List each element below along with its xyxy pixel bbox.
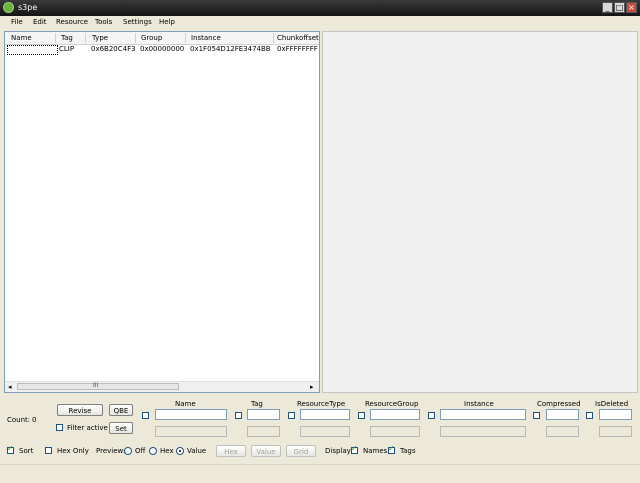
row-group: 0x00000000 — [140, 45, 185, 53]
preview-value-label: Value — [187, 447, 207, 455]
filter-resourcetype-field[interactable] — [300, 409, 350, 420]
filter-isdeleted-checkbox[interactable] — [586, 412, 593, 419]
filter-tag-mask-field — [247, 426, 280, 437]
filter-tag-field[interactable] — [247, 409, 280, 420]
value-button[interactable]: Value — [251, 445, 281, 457]
display-names-checkbox[interactable] — [351, 444, 358, 454]
column-header-instance[interactable]: Instance — [191, 34, 221, 42]
qbe-button[interactable]: QBE — [109, 404, 133, 416]
menu-file[interactable]: File — [11, 18, 23, 26]
sort-label: Sort — [19, 447, 34, 455]
filter-header-resourcetype: ResourceType — [297, 400, 346, 408]
filter-resourcegroup-field[interactable] — [370, 409, 420, 420]
filter-resourcetype-mask-field — [300, 426, 350, 437]
filter-compressed-checkbox[interactable] — [533, 412, 540, 419]
display-names-label: Names — [363, 447, 388, 455]
filter-instance-mask-field — [440, 426, 526, 437]
filter-isdeleted-mask-field — [599, 426, 632, 437]
scroll-right-icon[interactable]: ▸ — [310, 383, 314, 391]
column-header-type[interactable]: Type — [92, 34, 108, 42]
count-label: Count: — [7, 416, 31, 424]
filter-header-resourcegroup: ResourceGroup — [365, 400, 419, 408]
resource-list[interactable]: Name Tag Type Group Instance Chunkoffset… — [4, 31, 320, 393]
row-instance: 0x1F054D12FE3474BB — [190, 45, 271, 53]
menu-bar: File Edit Resource Tools Settings Help — [0, 16, 640, 30]
filter-header-name: Name — [175, 400, 196, 408]
filter-instance-checkbox[interactable] — [428, 412, 435, 419]
column-header-name[interactable]: Name — [11, 34, 32, 42]
filter-isdeleted-field[interactable] — [599, 409, 632, 420]
filter-header-tag: Tag — [251, 400, 263, 408]
count-value: 0 — [32, 416, 37, 424]
preview-label: Preview: — [96, 447, 126, 455]
minimize-button[interactable]: _ — [602, 2, 613, 13]
title-bar: s3pe _ □ × — [0, 0, 640, 16]
list-header: Name Tag Type Group Instance Chunkoffset — [5, 32, 319, 45]
scroll-left-icon[interactable]: ◂ — [8, 383, 12, 391]
menu-resource[interactable]: Resource — [56, 18, 88, 26]
row-tag: CLIP — [59, 45, 75, 53]
scroll-grip-icon: III — [93, 382, 99, 389]
filter-active-label: Filter active — [67, 424, 108, 432]
filter-header-compressed: Compressed — [537, 400, 581, 408]
menu-help[interactable]: Help — [159, 18, 175, 26]
set-button[interactable]: Set — [109, 422, 133, 434]
hex-button[interactable]: Hex — [216, 445, 246, 457]
row-focus-box — [7, 45, 58, 55]
menu-tools[interactable]: Tools — [95, 18, 112, 26]
filter-header-instance: Instance — [464, 400, 494, 408]
row-type: 0x6B20C4F3 — [91, 45, 136, 53]
preview-value-radio[interactable] — [176, 447, 184, 455]
preview-pane — [322, 31, 638, 393]
window-title: s3pe — [18, 3, 38, 12]
preview-hex-label: Hex — [160, 447, 174, 455]
hex-only-checkbox[interactable] — [45, 447, 52, 454]
filter-resourcetype-checkbox[interactable] — [288, 412, 295, 419]
horizontal-scrollbar[interactable]: ◂ III ▸ — [5, 381, 319, 392]
filter-name-field[interactable] — [155, 409, 227, 420]
sort-checkbox[interactable] — [7, 444, 14, 454]
filter-tag-checkbox[interactable] — [235, 412, 242, 419]
filter-name-checkbox[interactable] — [142, 412, 149, 419]
filter-compressed-field[interactable] — [546, 409, 579, 420]
display-tags-checkbox[interactable] — [388, 444, 395, 454]
filter-instance-field[interactable] — [440, 409, 526, 420]
column-header-group[interactable]: Group — [141, 34, 162, 42]
table-row[interactable]: CLIP 0x6B20C4F3 0x00000000 0x1F054D12FE3… — [6, 45, 318, 55]
filter-name-mask-field — [155, 426, 227, 437]
grid-button[interactable]: Grid — [286, 445, 316, 457]
display-label: Display: — [325, 447, 353, 455]
filter-resourcegroup-mask-field — [370, 426, 420, 437]
maximize-button[interactable]: □ — [614, 2, 625, 13]
filter-resourcegroup-checkbox[interactable] — [358, 412, 365, 419]
filter-compressed-mask-field — [546, 426, 579, 437]
display-tags-label: Tags — [400, 447, 416, 455]
revise-button[interactable]: Revise — [57, 404, 103, 416]
hex-only-label: Hex Only — [57, 447, 89, 455]
scrollbar-thumb[interactable]: III — [17, 382, 179, 390]
preview-hex-radio[interactable] — [149, 447, 157, 455]
preview-off-label: Off — [135, 447, 146, 455]
preview-off-radio[interactable] — [124, 447, 132, 455]
menu-settings[interactable]: Settings — [123, 18, 152, 26]
status-bar — [0, 464, 640, 483]
column-header-chunkoffset[interactable]: Chunkoffset — [277, 34, 319, 42]
close-button[interactable]: × — [626, 2, 637, 13]
column-header-tag[interactable]: Tag — [61, 34, 73, 42]
app-icon — [3, 2, 14, 13]
filter-active-checkbox[interactable] — [56, 424, 63, 431]
row-chunkoffset: 0xFFFFFFFF — [277, 45, 318, 53]
menu-edit[interactable]: Edit — [33, 18, 47, 26]
filter-header-isdeleted: IsDeleted — [595, 400, 629, 408]
